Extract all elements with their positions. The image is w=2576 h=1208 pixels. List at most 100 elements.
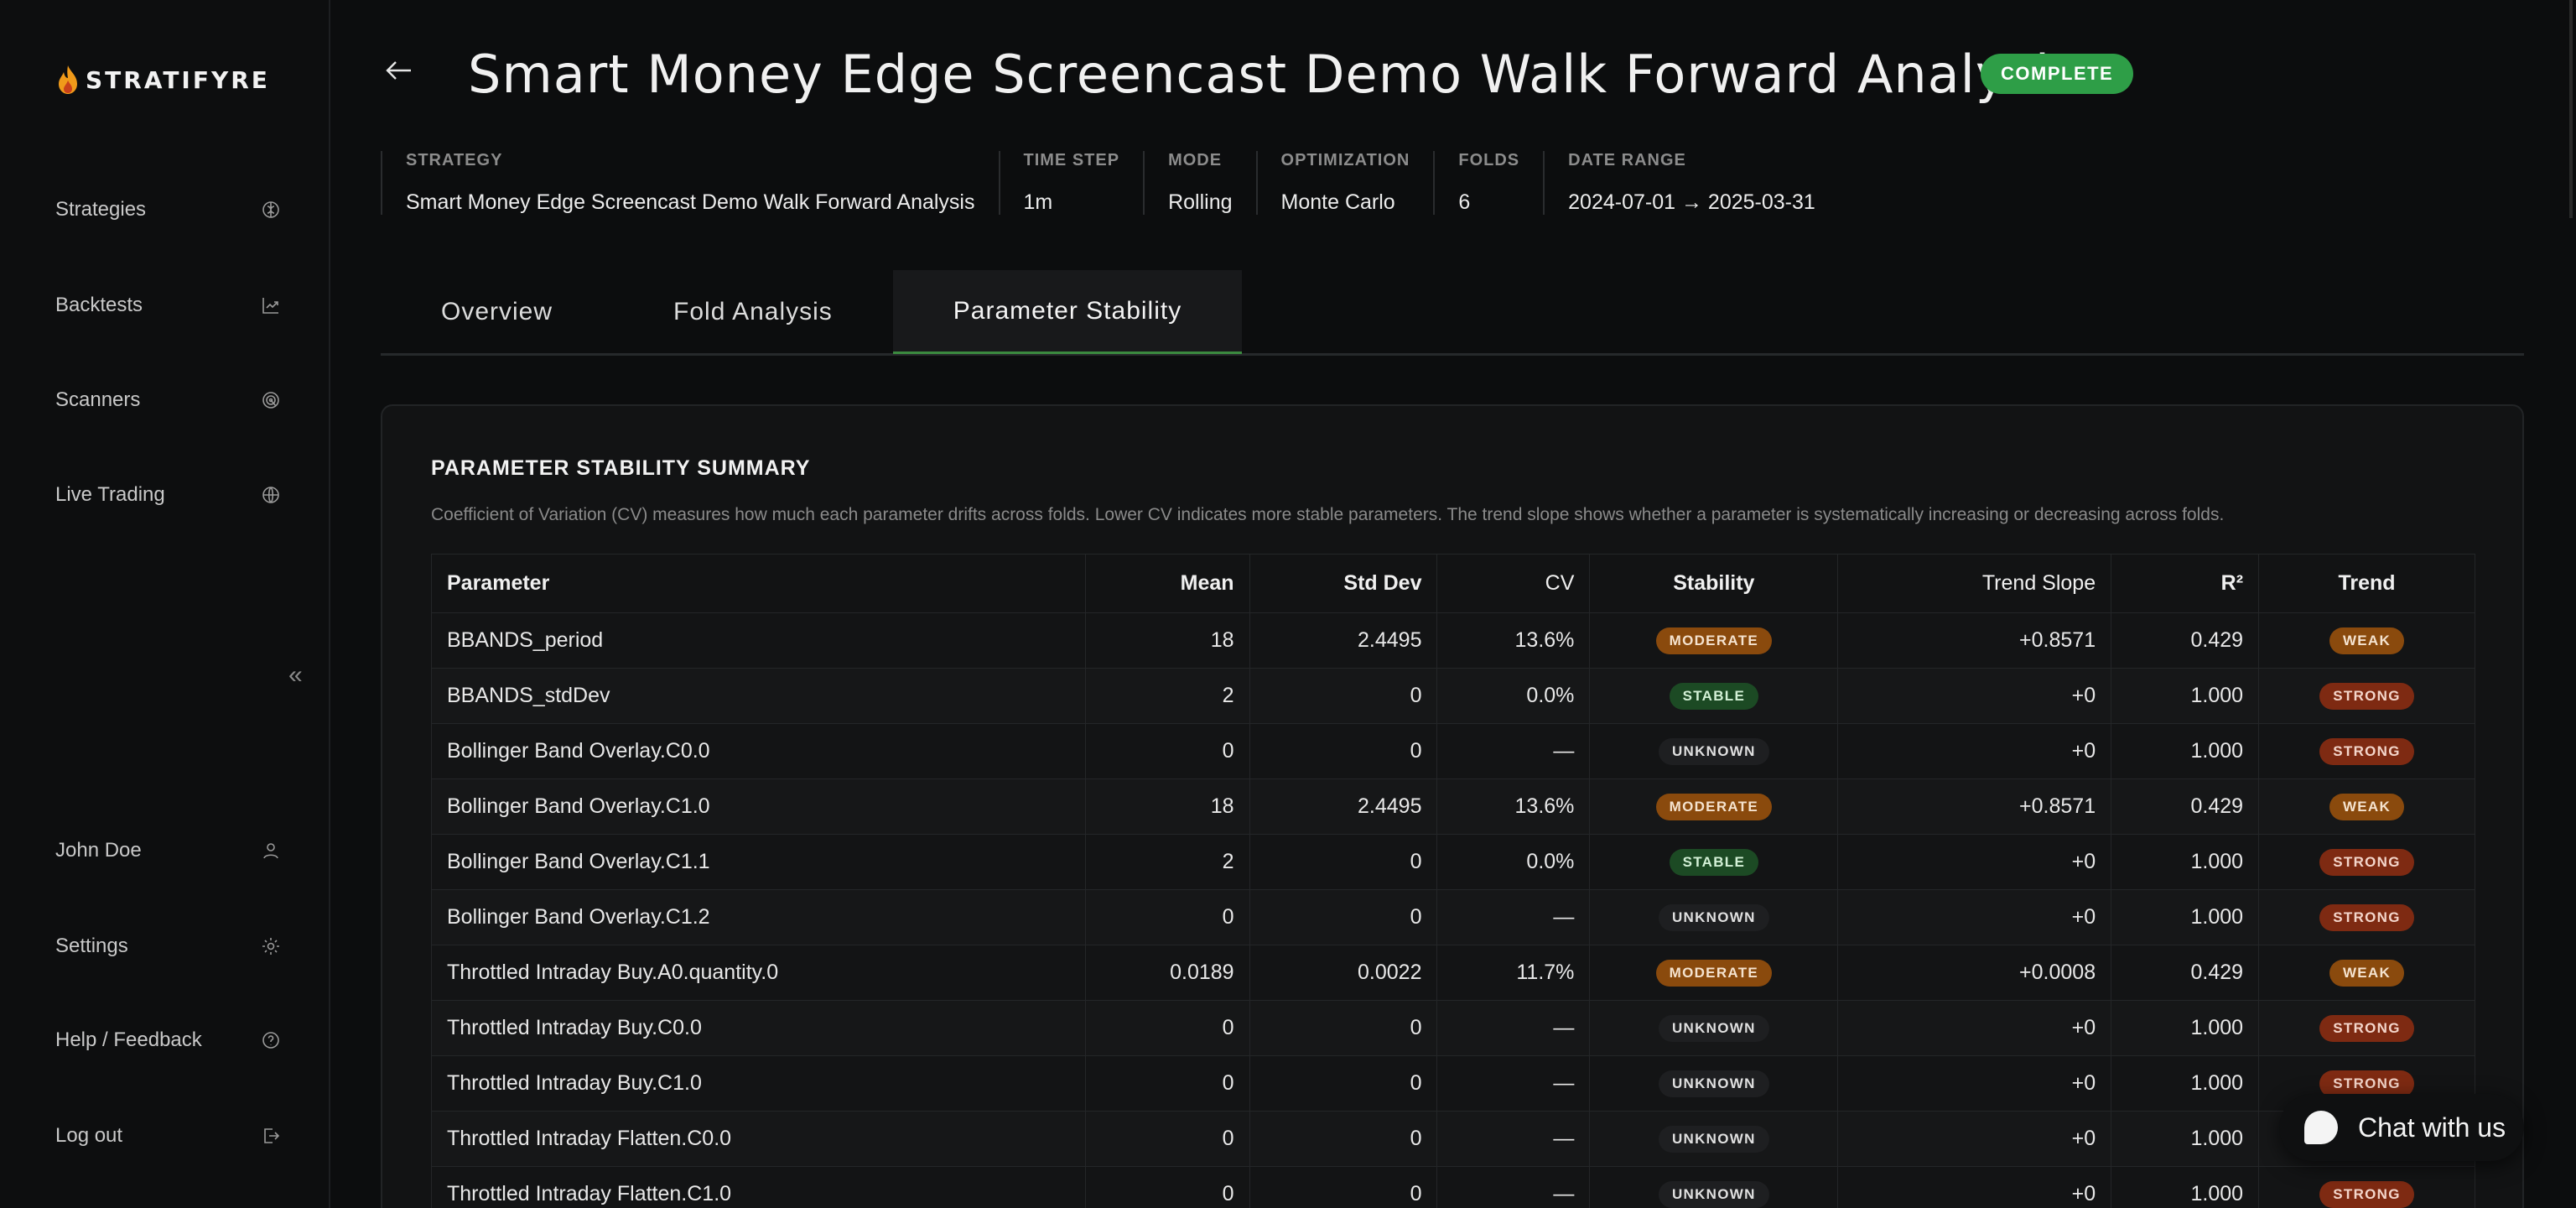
trend-cell: WEAK [2258,945,2475,1001]
mean-value: 18 [1084,612,1250,669]
trend-slope-value: +0 [1837,1166,2112,1208]
sidebar-item-strategies[interactable]: Strategies [55,190,282,230]
page-scrollbar[interactable] [2569,0,2573,218]
tab-overview[interactable]: Overview [381,270,613,354]
meta-value: Smart Money Edge Screencast Demo Walk Fo… [406,190,975,214]
stability-badge: UNKNOWN [1658,738,1769,765]
mean-value: 0 [1084,889,1250,945]
stability-badge: MODERATE [1655,960,1773,987]
parameter-name: Throttled Intraday Buy.A0.quantity.0 [431,945,1086,1001]
trend-badge: STRONG [2319,849,2414,876]
meta-value: 1m [1023,190,1053,214]
parameter-stability-panel: PARAMETER STABILITY SUMMARY Coefficient … [381,404,2524,1208]
stability-cell: MODERATE [1589,945,1839,1001]
mean-value: 0 [1084,1000,1250,1056]
meta-key: TIME STEP [1023,151,1120,169]
tab-fold-analysis[interactable]: Fold Analysis [613,270,893,354]
parameter-name: Throttled Intraday Buy.C1.0 [431,1055,1086,1112]
table-row[interactable]: Throttled Intraday Buy.A0.quantity.0 0.01… [431,945,2475,1001]
std-dev-value: 0 [1249,1166,1438,1208]
sidebar-item-live-trading[interactable]: Live Trading [55,475,282,515]
column-header-trend[interactable]: Trend [2258,554,2475,613]
trend-cell: STRONG [2258,668,2475,724]
table-row[interactable]: Throttled Intraday Buy.C1.0 0 0— UNKNOWN +0 1… [431,1055,2475,1112]
std-dev-value: 0 [1249,1111,1438,1167]
table-row[interactable]: Bollinger Band Overlay.C1.0 18 2.4495 13.6%… [431,778,2475,835]
table-header-row: Parameter Mean Std Dev CV Stability Tren… [431,554,2475,613]
column-header-mean[interactable]: Mean [1084,554,1250,613]
brand-logo[interactable]: STRATIFYRE [55,64,270,96]
column-header-trend-slope[interactable]: Trend Slope [1837,554,2112,613]
std-dev-value: 2.4495 [1249,612,1438,669]
brand-name: STRATIFYRE [86,65,270,94]
sidebar-item-help[interactable]: Help / Feedback [55,1020,282,1060]
meta-key: OPTIMIZATION [1280,151,1410,169]
trend-badge: WEAK [2329,794,2405,820]
globe-icon [260,484,282,506]
table-row[interactable]: Bollinger Band Overlay.C1.1 2 0 0.0% STABLE +… [431,834,2475,890]
arrow-left-icon [386,61,411,80]
cv-value: 13.6% [1436,612,1591,669]
meta-mode: MODE Rolling [1143,151,1255,215]
column-header-r-squared[interactable]: R² [2111,554,2260,613]
std-dev-value: 0 [1249,834,1438,890]
mean-value: 0 [1084,723,1250,779]
trend-slope-value: +0 [1837,1055,2112,1112]
sidebar-item-scanners[interactable]: Scanners [55,380,282,420]
parameter-name: BBANDS_period [431,612,1086,669]
table-row[interactable]: Throttled Intraday Flatten.C1.0 0 0— UNKNOW… [431,1166,2475,1208]
back-button[interactable] [382,54,416,87]
trend-cell: WEAK [2258,778,2475,835]
stability-cell: UNKNOWN [1589,1055,1839,1112]
parameter-name: Bollinger Band Overlay.C1.2 [431,889,1086,945]
chat-bubble-icon [2304,1111,2338,1144]
sidebar-item-label: John Doe [55,839,142,862]
cv-value: — [1436,723,1591,779]
sidebar-item-logout[interactable]: Log out [55,1116,282,1156]
r-squared-value: 0.429 [2111,612,2260,669]
meta-optimization: OPTIMIZATION Monte Carlo [1255,151,1434,215]
cv-value: — [1436,1000,1591,1056]
trend-slope-value: +0.8571 [1837,778,2112,835]
r-squared-value: 1.000 [2111,1111,2260,1167]
column-header-std-dev[interactable]: Std Dev [1249,554,1438,613]
trend-cell: STRONG [2258,723,2475,779]
tab-parameter-stability[interactable]: Parameter Stability [892,270,1243,354]
sidebar-item-label: Help / Feedback [55,1028,202,1051]
column-header-parameter[interactable]: Parameter [431,554,1086,613]
trend-slope-value: +0.8571 [1837,612,2112,669]
parameter-stability-table: Parameter Mean Std Dev CV Stability Tren… [431,554,2475,1208]
r-squared-value: 1.000 [2111,834,2260,890]
std-dev-value: 2.4495 [1249,778,1438,835]
sidebar-item-profile[interactable]: John Doe [55,830,282,871]
chat-with-us-button[interactable]: Chat with us [2279,1094,2524,1161]
stability-badge: UNKNOWN [1658,1070,1769,1097]
sidebar-item-label: Log out [55,1124,123,1147]
r-squared-value: 1.000 [2111,1000,2260,1056]
table-row[interactable]: Throttled Intraday Flatten.C0.0 0 0— UNKNOW… [431,1111,2475,1167]
std-dev-value: 0 [1249,1055,1438,1112]
collapse-sidebar-icon[interactable]: « [288,661,303,690]
table-row[interactable]: Bollinger Band Overlay.C1.2 0 0— UNKNOWN +0 1… [431,889,2475,945]
trend-badge: WEAK [2329,627,2405,654]
run-metadata: STRATEGY Smart Money Edge Screencast Dem… [381,151,1839,215]
trend-slope-value: +0 [1837,1000,2112,1056]
meta-key: DATE RANGE [1568,151,1686,169]
stability-badge: UNKNOWN [1658,1181,1769,1208]
trend-slope-value: +0 [1837,889,2112,945]
radar-icon [260,389,282,411]
table-row[interactable]: Throttled Intraday Buy.C0.0 0 0— UNKNOWN +0 1… [431,1000,2475,1056]
cv-value: 11.7% [1436,945,1591,1001]
sidebar-item-label: Scanners [55,388,141,411]
table-row[interactable]: BBANDS_stdDev 2 0 0.0% STABLE +0 1.000 STRONG [431,668,2475,724]
column-header-stability[interactable]: Stability [1589,554,1839,613]
sidebar-item-settings[interactable]: Settings [55,926,282,966]
r-squared-value: 1.000 [2111,1166,2260,1208]
column-header-cv[interactable]: CV [1436,554,1591,613]
sidebar-item-backtests[interactable]: Backtests [55,285,282,325]
table-row[interactable]: BBANDS_period 18 2.4495 13.6% MODERATE +0.857… [431,612,2475,669]
trend-badge: STRONG [2319,904,2414,931]
mean-value: 2 [1084,834,1250,890]
table-row[interactable]: Bollinger Band Overlay.C0.0 0 0— UNKNOWN +0 1… [431,723,2475,779]
mean-value: 0 [1084,1111,1250,1167]
